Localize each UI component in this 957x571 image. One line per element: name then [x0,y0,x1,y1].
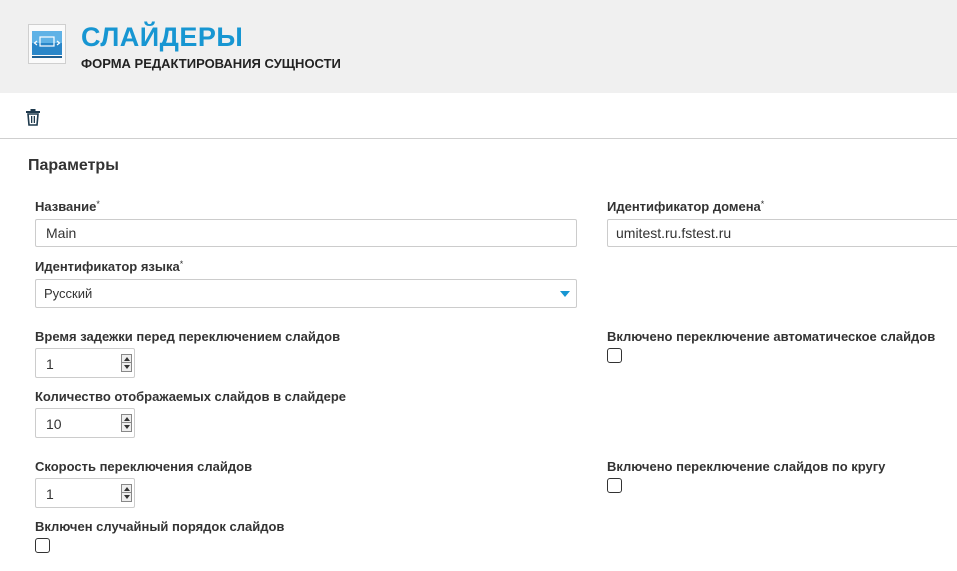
speed-label: Скорость переключения слайдов [35,459,253,474]
slides-count-value: 10 [46,416,62,432]
language-select[interactable]: Русский [35,279,577,308]
required-mark: * [96,199,100,209]
auto-switch-label: Включено переключение автоматическое сла… [607,329,936,344]
language-select-value: Русский [44,286,93,301]
name-label: Название* [35,199,100,215]
toolbar [0,93,957,139]
delay-value: 1 [46,356,54,372]
section-title: Параметры [28,157,119,174]
loop-checkbox[interactable] [607,478,622,493]
delay-label: Время задежки перед переключением слайдо… [35,329,341,344]
chevron-down-icon [560,291,570,297]
name-label-text: Название [35,199,97,214]
random-order-label: Включен случайный порядок слайдов [35,519,285,534]
auto-switch-checkbox[interactable] [607,348,622,363]
spin-arrows-icon[interactable] [121,354,132,372]
page-header: СЛАЙДЕРЫ ФОРМА РЕДАКТИРОВАНИЯ СУЩНОСТИ [0,0,957,93]
slider-module-icon [28,24,66,64]
language-id-label: Идентификатор языка* [35,259,183,275]
loop-label: Включено переключение слайдов по кругу [607,459,886,474]
domain-id-label-text: Идентификатор домена [607,199,761,214]
name-input[interactable] [35,219,577,247]
spin-arrows-icon[interactable] [121,414,132,432]
trash-icon[interactable] [25,108,41,126]
delay-stepper[interactable]: 1 [35,348,135,378]
page-subtitle: ФОРМА РЕДАКТИРОВАНИЯ СУЩНОСТИ [81,56,341,71]
slides-count-stepper[interactable]: 10 [35,408,135,438]
required-mark: * [179,259,184,269]
speed-stepper[interactable]: 1 [35,478,135,508]
spin-arrows-icon[interactable] [121,484,132,502]
domain-id-label: Идентификатор домена* [607,199,764,215]
page-title: СЛАЙДЕРЫ [81,22,244,52]
slides-count-label: Количество отображаемых слайдов в слайде… [35,389,347,404]
domain-id-input[interactable] [607,219,957,247]
speed-value: 1 [46,486,54,502]
language-id-label-text: Идентификатор языка [35,259,180,274]
random-order-checkbox[interactable] [35,538,50,553]
required-mark: * [760,199,765,209]
